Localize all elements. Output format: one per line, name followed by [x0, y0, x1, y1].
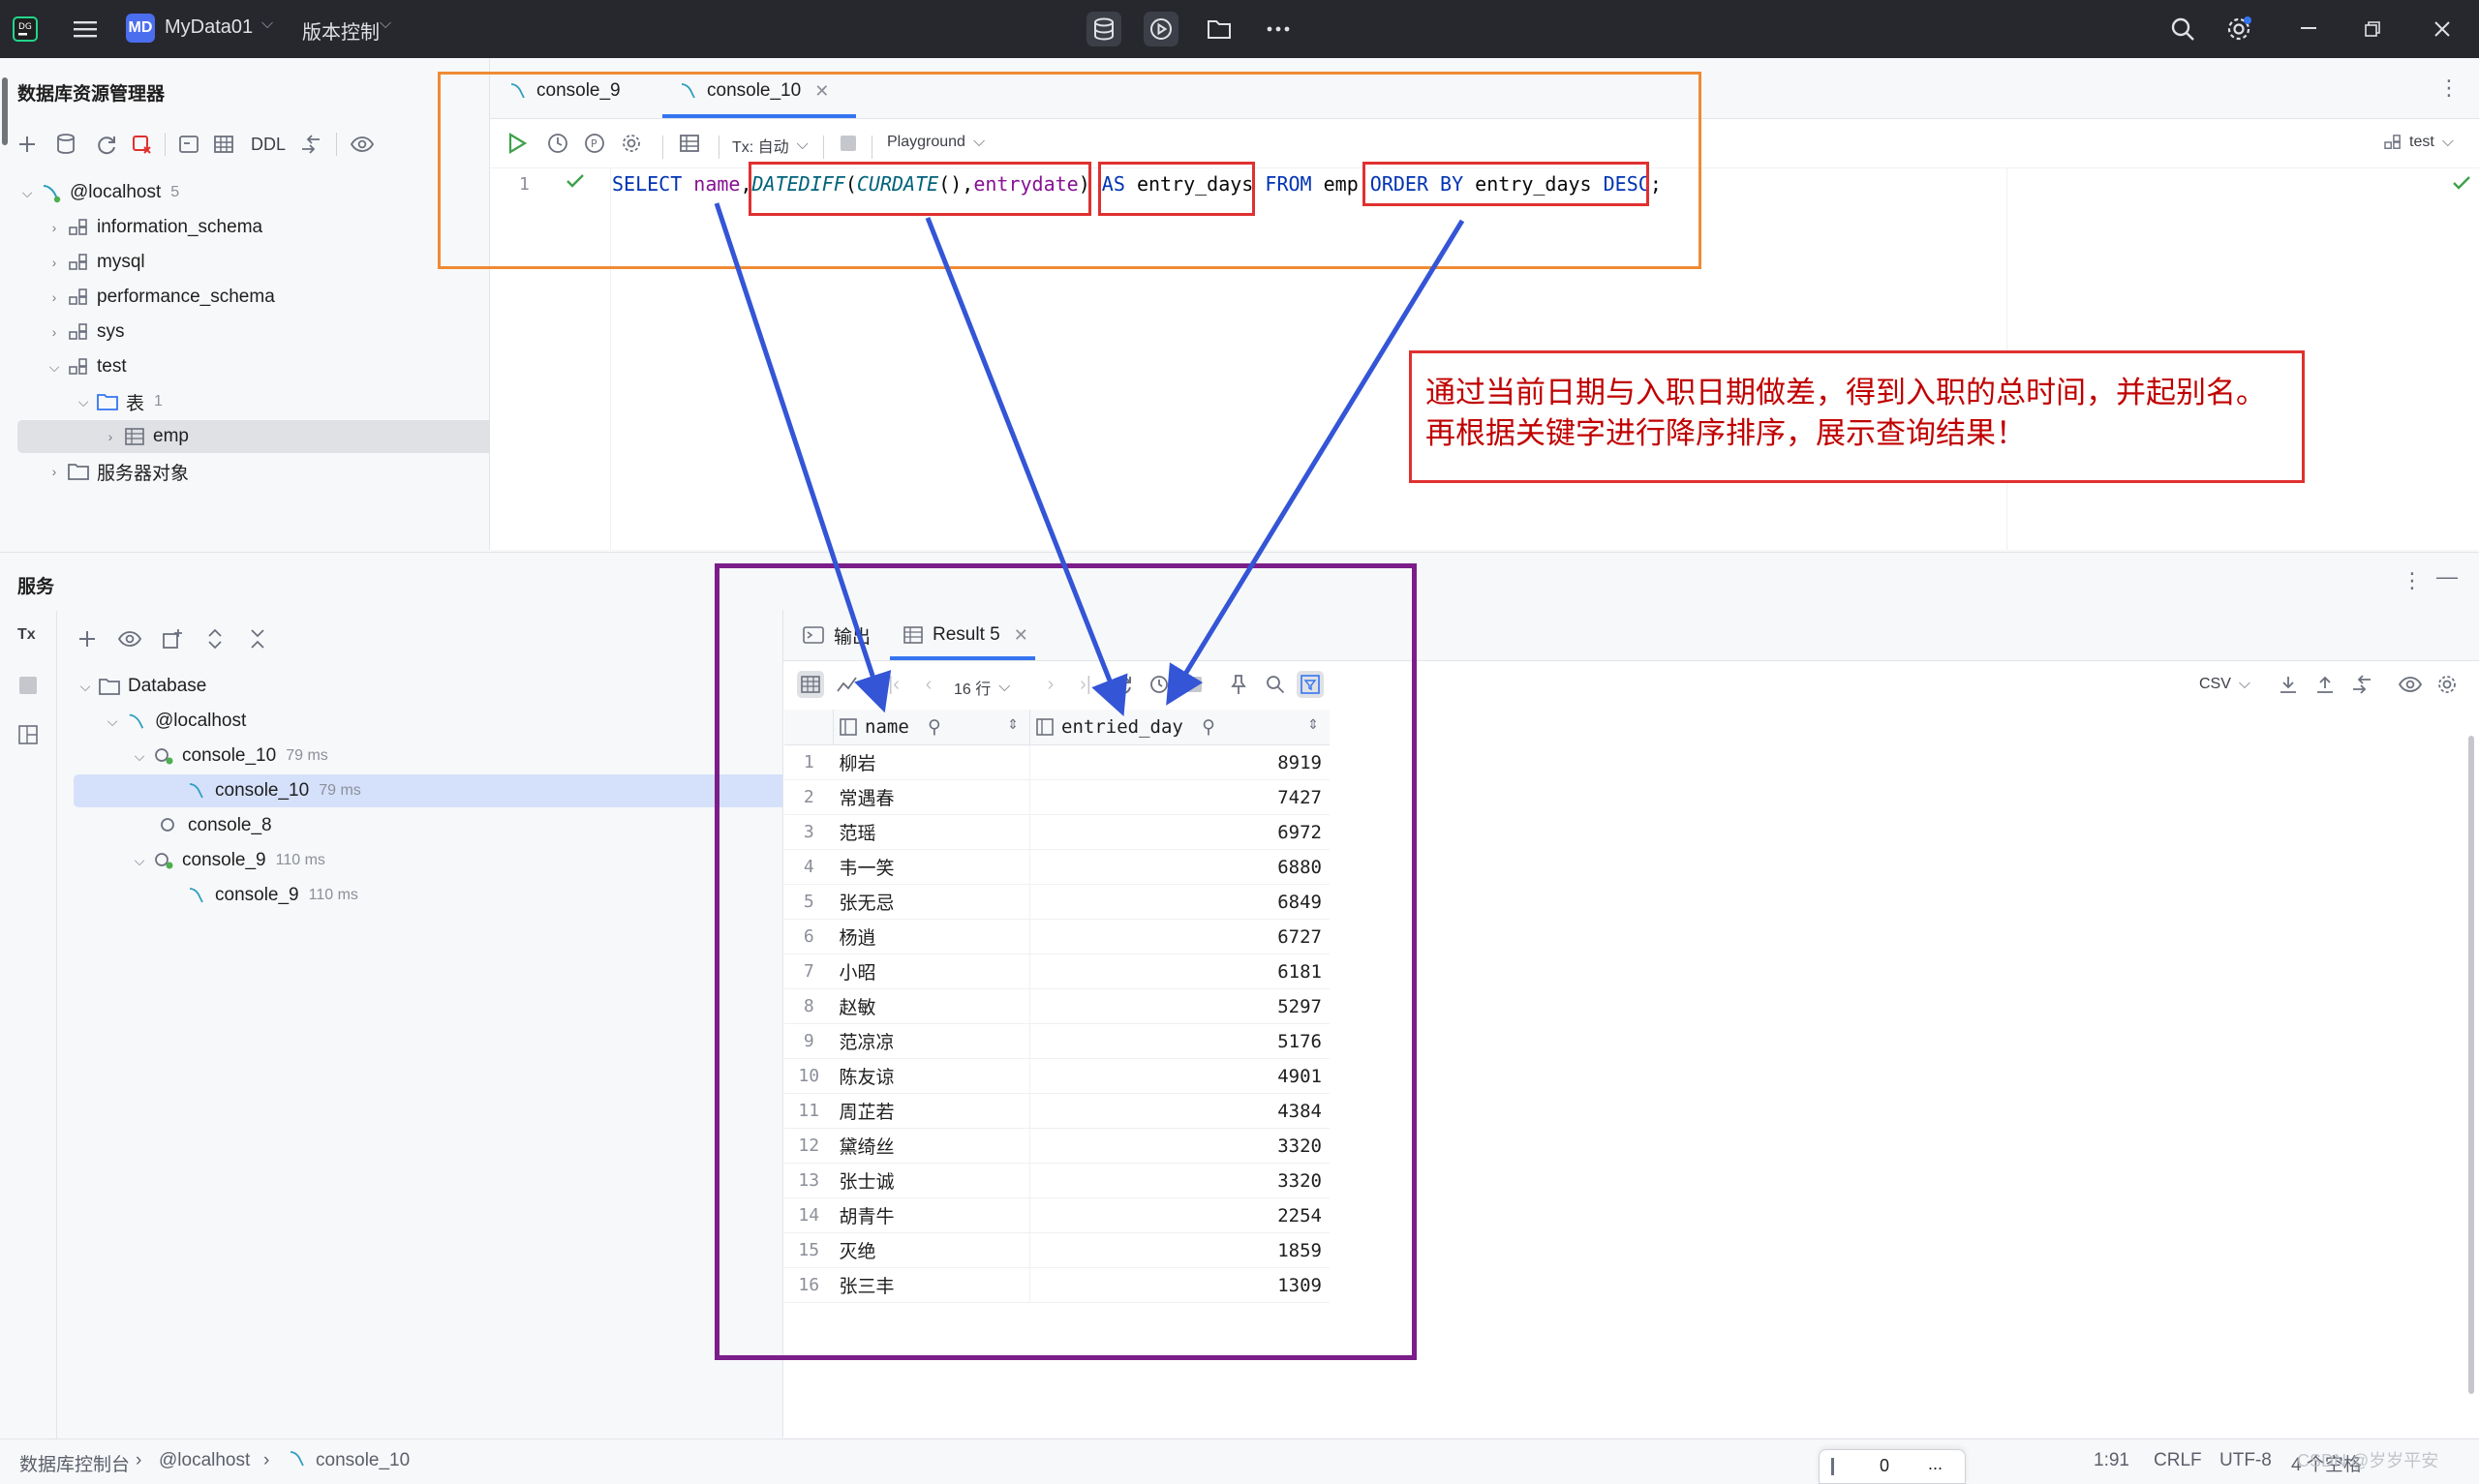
caret-position[interactable]: 1:91 [2094, 1450, 2129, 1471]
breadcrumb-item[interactable]: 数据库控制台 [19, 1450, 130, 1476]
handle-icon [1831, 1458, 1834, 1475]
counter: 0 [1880, 1456, 1889, 1476]
status-bar: 数据库控制台 › @localhost › console_10 0 ... 1… [0, 1439, 2479, 1482]
watermark: CSDN @岁岁平安 [2297, 1447, 2438, 1472]
annotation-arrows [0, 0, 2479, 1481]
more-icon[interactable]: ... [1928, 1454, 1943, 1474]
file-encoding[interactable]: UTF-8 [2219, 1450, 2272, 1471]
breadcrumb-separator-icon: › [136, 1450, 141, 1471]
breadcrumb-item[interactable]: @localhost [159, 1450, 250, 1471]
floating-toolbar[interactable]: 0 ... [1819, 1449, 1966, 1484]
breadcrumb-item[interactable]: console_10 [316, 1450, 410, 1471]
breadcrumb-separator-icon: › [263, 1450, 269, 1471]
arrow-to-entried-day-column [928, 218, 1118, 703]
console-file-icon [289, 1450, 306, 1468]
arrow-to-order-results [1174, 221, 1462, 693]
line-separator[interactable]: CRLF [2154, 1450, 2202, 1471]
arrow-to-name-column [717, 203, 880, 699]
